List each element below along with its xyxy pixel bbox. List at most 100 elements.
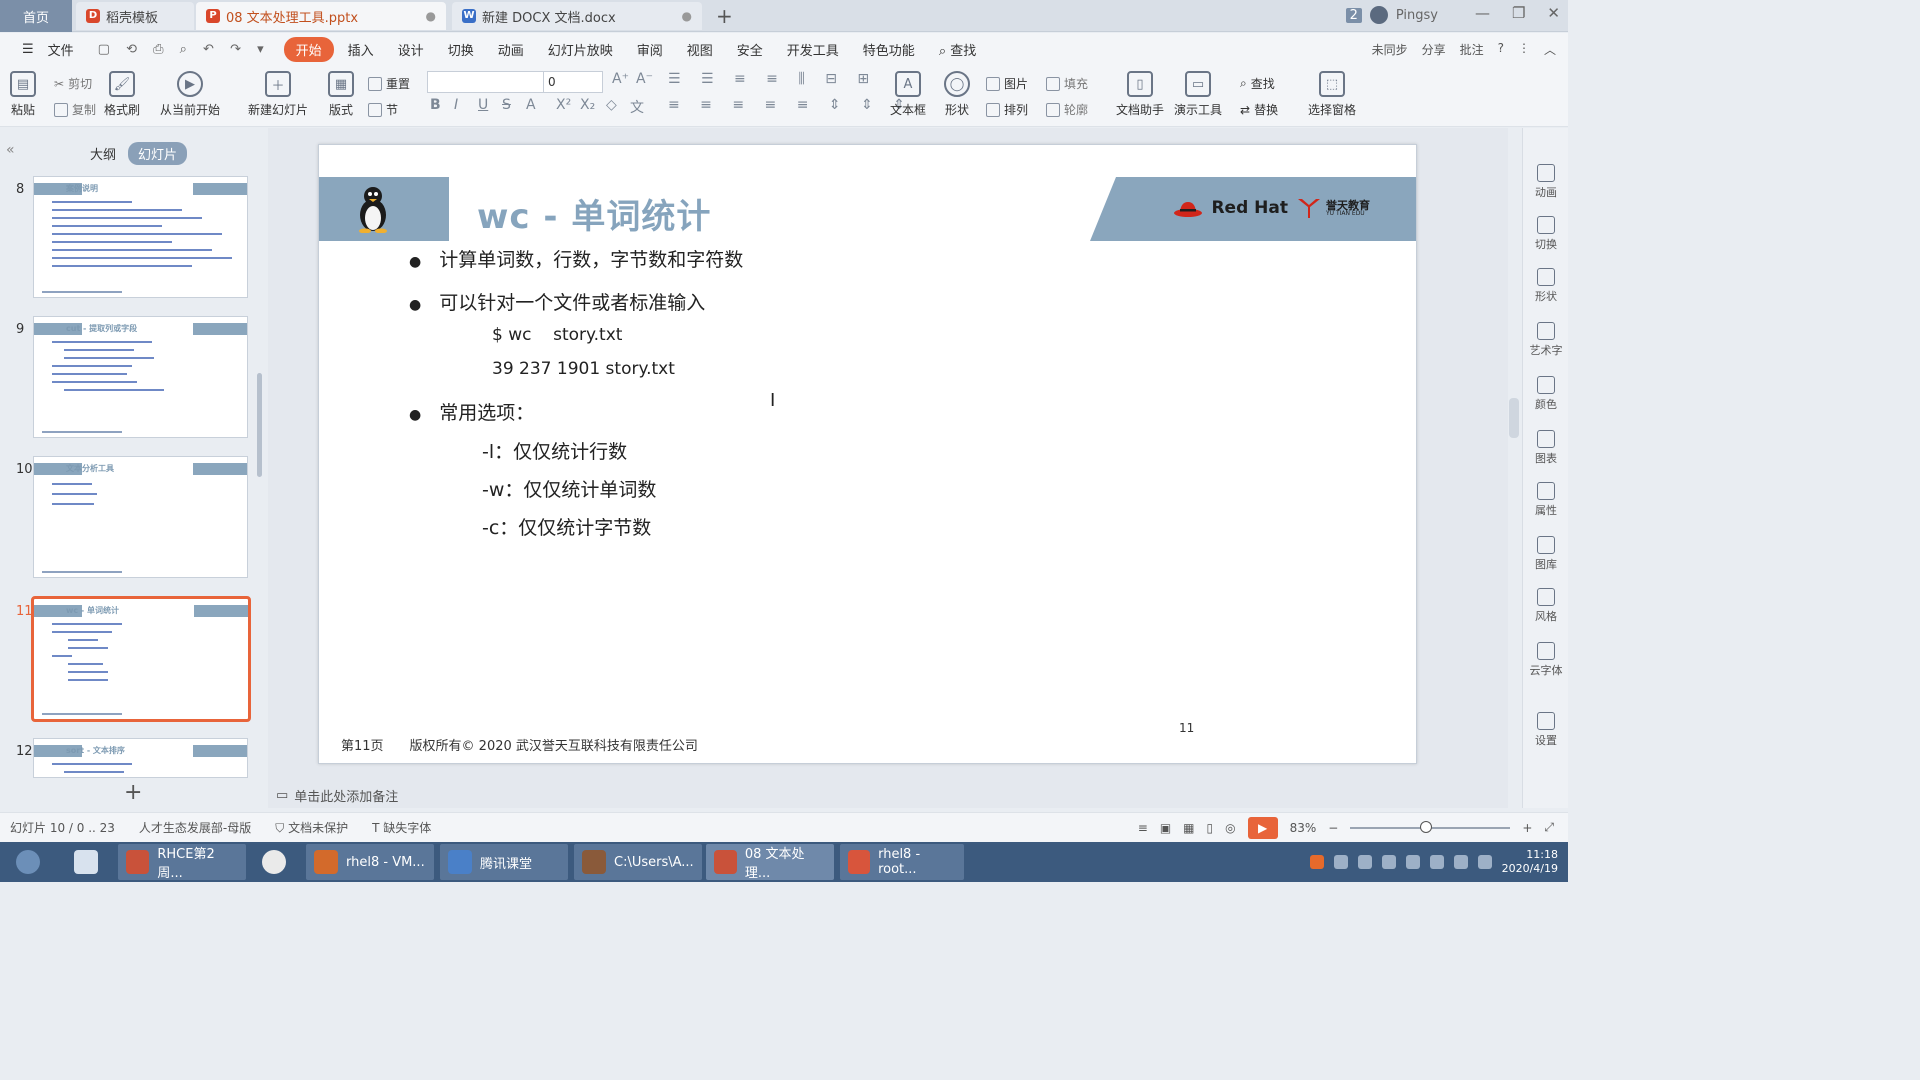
start-button[interactable] <box>8 844 48 880</box>
tab-security[interactable]: 安全 <box>727 36 773 63</box>
tab-insert[interactable]: 插入 <box>338 36 384 63</box>
code-line[interactable]: $ wc story.txt <box>492 325 622 345</box>
picture-button[interactable]: 图片 <box>986 75 1028 92</box>
new-slide-button[interactable]: ＋ 新建幻灯片 <box>248 71 308 118</box>
minimize-icon[interactable]: — <box>1475 4 1490 22</box>
task-gallery[interactable]: 图库 <box>1523 536 1569 572</box>
user-area[interactable]: 2 Pingsy <box>1345 6 1438 24</box>
arrange-button[interactable]: 排列 <box>986 101 1028 118</box>
underline-icon[interactable]: U <box>478 97 488 113</box>
ime-icon[interactable] <box>1309 855 1324 869</box>
zoom-in-icon[interactable]: + <box>1522 821 1532 835</box>
align-icons[interactable]: ≡ ≡ ≡ ≡ ≡ ⇕ ⇕ ⇕ <box>668 97 913 113</box>
section-button[interactable]: 节 <box>368 101 398 118</box>
slideshow-play-button[interactable]: ▶ <box>1247 816 1278 839</box>
char-spacing-icon[interactable]: 文 <box>630 97 644 117</box>
display-icon[interactable] <box>1477 855 1492 869</box>
tab-animation[interactable]: 动画 <box>488 36 534 63</box>
theme-name[interactable]: 人才生态发展部-母版 <box>139 819 251 836</box>
taskbar-item[interactable]: rhel8 - VM... <box>306 844 434 880</box>
present-tool-button[interactable]: ▭ 演示工具 <box>1174 71 1222 118</box>
task-settings[interactable]: 设置 <box>1523 712 1569 748</box>
clear-format-icon[interactable]: ◇ <box>606 97 617 113</box>
menu-search[interactable]: ⌕ 查找 <box>929 36 986 63</box>
tab-active-pptx[interactable]: P 08 文本处理工具.pptx ● <box>196 2 446 30</box>
fit-window-icon[interactable]: ⤢ <box>1544 820 1554 835</box>
tab-template[interactable]: D 稻壳模板 <box>76 2 194 30</box>
bullet-item[interactable]: ● 常用选项： <box>409 398 534 425</box>
paste-button[interactable]: ▤ 粘贴 <box>10 71 36 118</box>
comment-button[interactable]: 批注 <box>1460 41 1484 58</box>
taskbar-pinned-app[interactable] <box>66 844 106 880</box>
code-line[interactable]: 39 237 1901 story.txt <box>492 359 675 379</box>
hamburger-menu-icon[interactable]: ☰ <box>12 38 44 61</box>
tab-special[interactable]: 特色功能 <box>853 36 925 63</box>
from-current-button[interactable]: ▶ 从当前开始 <box>160 71 220 118</box>
avatar[interactable] <box>1369 6 1388 24</box>
restore-icon[interactable]: ❐ <box>1512 4 1525 22</box>
option-line[interactable]: -l：仅仅统计行数 <box>482 437 627 464</box>
slide-thumbnail[interactable]: cut - 提取列或字段 <box>33 316 248 438</box>
tab-docx[interactable]: W 新建 DOCX 文档.docx ● <box>452 2 702 30</box>
slide[interactable]: wc - 单词统计 Red Hat 誉天教育 YU TIAN EDU ● 计算单词… <box>318 144 1417 764</box>
network-icon[interactable] <box>1429 855 1444 869</box>
tab-home[interactable]: 首页 <box>0 0 72 32</box>
font-size-select[interactable]: 0 <box>543 71 603 93</box>
task-cloud-font[interactable]: 云字体 <box>1523 642 1569 678</box>
tray-icon[interactable] <box>1357 855 1372 869</box>
task-color[interactable]: 颜色 <box>1523 376 1569 412</box>
tray-icon[interactable] <box>1381 855 1396 869</box>
select-pane-button[interactable]: ⬚ 选择窗格 <box>1308 71 1356 118</box>
taskbar-item[interactable]: rhel8 - root... <box>840 844 964 880</box>
taskbar-item[interactable]: 腾讯课堂 <box>440 844 568 880</box>
notes-area[interactable]: ▭ 单击此处添加备注 <box>276 786 398 805</box>
superscript-icon[interactable]: X² <box>556 97 571 113</box>
taskbar-item-active[interactable]: 08 文本处理... <box>706 844 834 881</box>
replace-button[interactable]: ⇄ 替换 <box>1240 101 1278 118</box>
share-button[interactable]: 分享 <box>1422 41 1446 58</box>
volume-icon[interactable] <box>1453 855 1468 869</box>
protect-status[interactable]: ⛉ 文档未保护 <box>275 819 348 836</box>
clock[interactable]: 11:18 2020/4/19 <box>1502 848 1558 876</box>
shape-button[interactable]: ◯ 形状 <box>944 71 970 118</box>
menu-file[interactable]: 文件 <box>48 36 84 63</box>
task-style[interactable]: 风格 <box>1523 588 1569 624</box>
tab-slideshow[interactable]: 幻灯片放映 <box>538 36 623 63</box>
task-animation[interactable]: 动画 <box>1523 164 1569 200</box>
option-line[interactable]: -w：仅仅统计单词数 <box>482 475 656 502</box>
tab-slides[interactable]: 幻灯片 <box>128 142 188 165</box>
taskbar-item[interactable]: C:\Users\A... <box>574 844 702 880</box>
italic-icon[interactable]: I <box>454 97 458 113</box>
cut-button[interactable]: ✂ 剪切 <box>54 75 92 92</box>
bullet-item[interactable]: ● 计算单词数，行数，字节数和字符数 <box>409 245 743 272</box>
format-painter-button[interactable]: 🖌 格式刷 <box>104 71 140 118</box>
taskbar-item[interactable]: RHCE第2周... <box>118 844 246 881</box>
slide-title[interactable]: wc - 单词统计 <box>477 189 711 238</box>
copy-button[interactable]: 复制 <box>54 101 96 118</box>
task-transition[interactable]: 切换 <box>1523 216 1569 252</box>
slide-thumbnail[interactable]: 案例说明 <box>33 176 248 298</box>
new-tab-plus-icon[interactable]: + <box>716 4 733 28</box>
font-color-icon[interactable]: A <box>526 97 536 113</box>
panel-scrollbar[interactable] <box>257 373 262 477</box>
zoom-out-icon[interactable]: − <box>1328 821 1338 835</box>
list-format-icons[interactable]: ☰ ☰ ≡ ≡ ⫼ ⊟ ⊞ <box>668 71 877 87</box>
find-button[interactable]: ⌕ 查找 <box>1240 75 1275 92</box>
canvas-scrollbar[interactable] <box>1509 398 1519 438</box>
taskbar-pinned-app[interactable] <box>254 844 294 880</box>
missing-font-status[interactable]: T 缺失字体 <box>372 819 431 836</box>
slide-thumbnail[interactable]: 文本分析工具 <box>33 456 248 578</box>
tab-view[interactable]: 视图 <box>677 36 723 63</box>
tab-start[interactable]: 开始 <box>283 36 334 62</box>
zoom-slider-knob[interactable] <box>1420 820 1433 833</box>
bold-icon[interactable]: B <box>430 97 441 113</box>
collapse-ribbon-icon[interactable]: ︿ <box>1544 41 1556 58</box>
slide-thumbnail[interactable]: sort - 文本排序 <box>33 738 248 778</box>
task-chart[interactable]: 图表 <box>1523 430 1569 466</box>
doc-helper-button[interactable]: ▯ 文档助手 <box>1116 71 1164 118</box>
reading-view-icon[interactable]: ▯ <box>1207 821 1214 835</box>
strikethrough-icon[interactable]: S <box>502 97 511 113</box>
slide-thumbnail-selected[interactable]: wc - 单词统计 <box>31 596 251 722</box>
font-family-select[interactable] <box>427 71 545 93</box>
normal-view-icon[interactable]: ▣ <box>1160 821 1171 835</box>
